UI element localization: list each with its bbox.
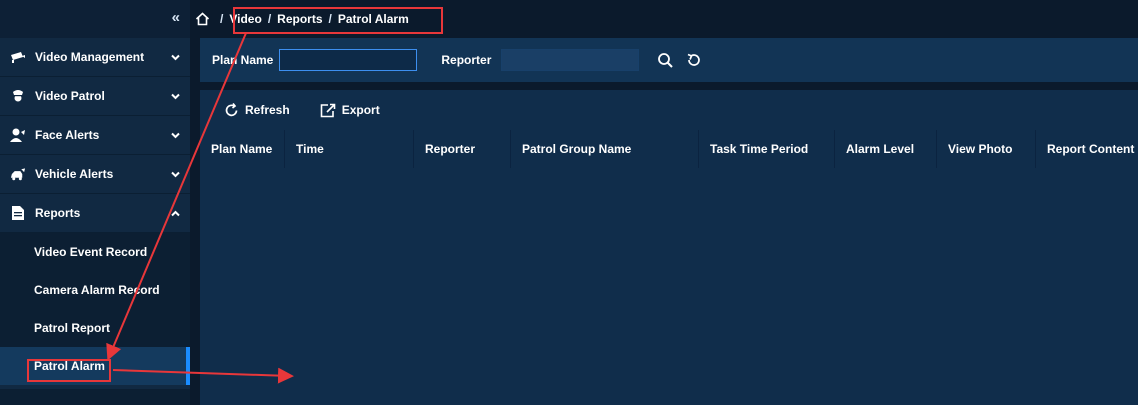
reset-icon[interactable] <box>686 52 702 68</box>
column-header-plan-name[interactable]: Plan Name <box>200 130 284 168</box>
plan-name-label: Plan Name <box>212 53 274 67</box>
sidebar-item-label: Video Management <box>35 50 145 64</box>
sidebar: « Video Management Video Patrol Face Ale… <box>0 0 190 405</box>
sidebar-header: « <box>0 0 190 38</box>
search-icon[interactable] <box>657 52 674 69</box>
chevron-down-icon <box>171 90 180 104</box>
breadcrumb-separator: / <box>328 12 332 26</box>
breadcrumb: / Video / Reports / Patrol Alarm <box>195 0 1138 38</box>
column-header-report-content[interactable]: Report Content <box>1035 130 1138 168</box>
collapse-sidebar-button[interactable]: « <box>172 10 180 25</box>
car-alert-icon <box>10 166 26 182</box>
reporter-input[interactable] <box>501 49 640 71</box>
chevron-down-icon <box>171 129 180 143</box>
sidebar-item-label: Reports <box>35 206 81 220</box>
column-header-reporter[interactable]: Reporter <box>413 130 510 168</box>
sidebar-footer <box>0 389 190 405</box>
sidebar-item-label: Vehicle Alerts <box>35 167 114 181</box>
breadcrumb-separator: / <box>267 12 272 26</box>
sidebar-item-video-management[interactable]: Video Management <box>0 38 190 77</box>
sidebar-subitem-patrol-alarm[interactable]: Patrol Alarm <box>0 347 190 385</box>
person-alert-icon <box>10 127 26 143</box>
sidebar-item-video-patrol[interactable]: Video Patrol <box>0 77 190 116</box>
sidebar-menu: Video Management Video Patrol Face Alert… <box>0 38 190 233</box>
reporter-label: Reporter <box>441 53 492 67</box>
table-body <box>200 168 1138 405</box>
refresh-button[interactable]: Refresh <box>224 102 290 118</box>
breadcrumb-reports[interactable]: Reports <box>277 12 322 26</box>
sidebar-item-label: Video Patrol <box>35 89 105 103</box>
refresh-label: Refresh <box>245 103 290 117</box>
main-content: / Video / Reports / Patrol Alarm Plan Na… <box>195 0 1138 405</box>
police-officer-icon <box>10 88 26 104</box>
column-header-alarm-level[interactable]: Alarm Level <box>834 130 936 168</box>
refresh-icon <box>225 102 238 116</box>
column-header-task-time-period[interactable]: Task Time Period <box>698 130 834 168</box>
toolbar: Refresh Export <box>200 90 1138 130</box>
column-header-view-photo[interactable]: View Photo <box>936 130 1035 168</box>
breadcrumb-patrol-alarm: Patrol Alarm <box>337 12 409 26</box>
sidebar-divider <box>190 0 200 405</box>
home-icon[interactable] <box>195 12 210 26</box>
video-camera-icon <box>10 49 26 65</box>
reports-submenu: Video Event Record Camera Alarm Record P… <box>0 233 190 385</box>
chevron-down-icon <box>171 168 180 182</box>
chevron-up-icon <box>171 207 180 221</box>
export-button[interactable]: Export <box>320 103 380 118</box>
sidebar-item-label: Face Alerts <box>35 128 100 142</box>
sidebar-subitem-label: Patrol Alarm <box>34 359 105 373</box>
export-label: Export <box>341 103 380 117</box>
chevron-down-icon <box>171 51 180 65</box>
breadcrumb-video[interactable]: Video <box>229 12 261 26</box>
sidebar-item-vehicle-alerts[interactable]: Vehicle Alerts <box>0 155 190 194</box>
sidebar-item-reports[interactable]: Reports <box>0 194 190 233</box>
breadcrumb-separator: / <box>220 12 224 26</box>
export-icon <box>320 103 335 117</box>
column-header-patrol-group-name[interactable]: Patrol Group Name <box>510 130 698 168</box>
document-icon <box>10 205 26 221</box>
sidebar-item-face-alerts[interactable]: Face Alerts <box>0 116 190 155</box>
table-header: Plan Name Time Reporter Patrol Group Nam… <box>200 130 1138 168</box>
sidebar-subitem-patrol-report[interactable]: Patrol Report <box>0 309 190 347</box>
column-header-time[interactable]: Time <box>284 130 413 168</box>
sidebar-subitem-camera-alarm-record[interactable]: Camera Alarm Record <box>0 271 190 309</box>
search-panel: Plan Name Reporter <box>200 38 1138 82</box>
plan-name-input[interactable] <box>279 49 418 71</box>
sidebar-subitem-video-event-record[interactable]: Video Event Record <box>0 233 190 271</box>
